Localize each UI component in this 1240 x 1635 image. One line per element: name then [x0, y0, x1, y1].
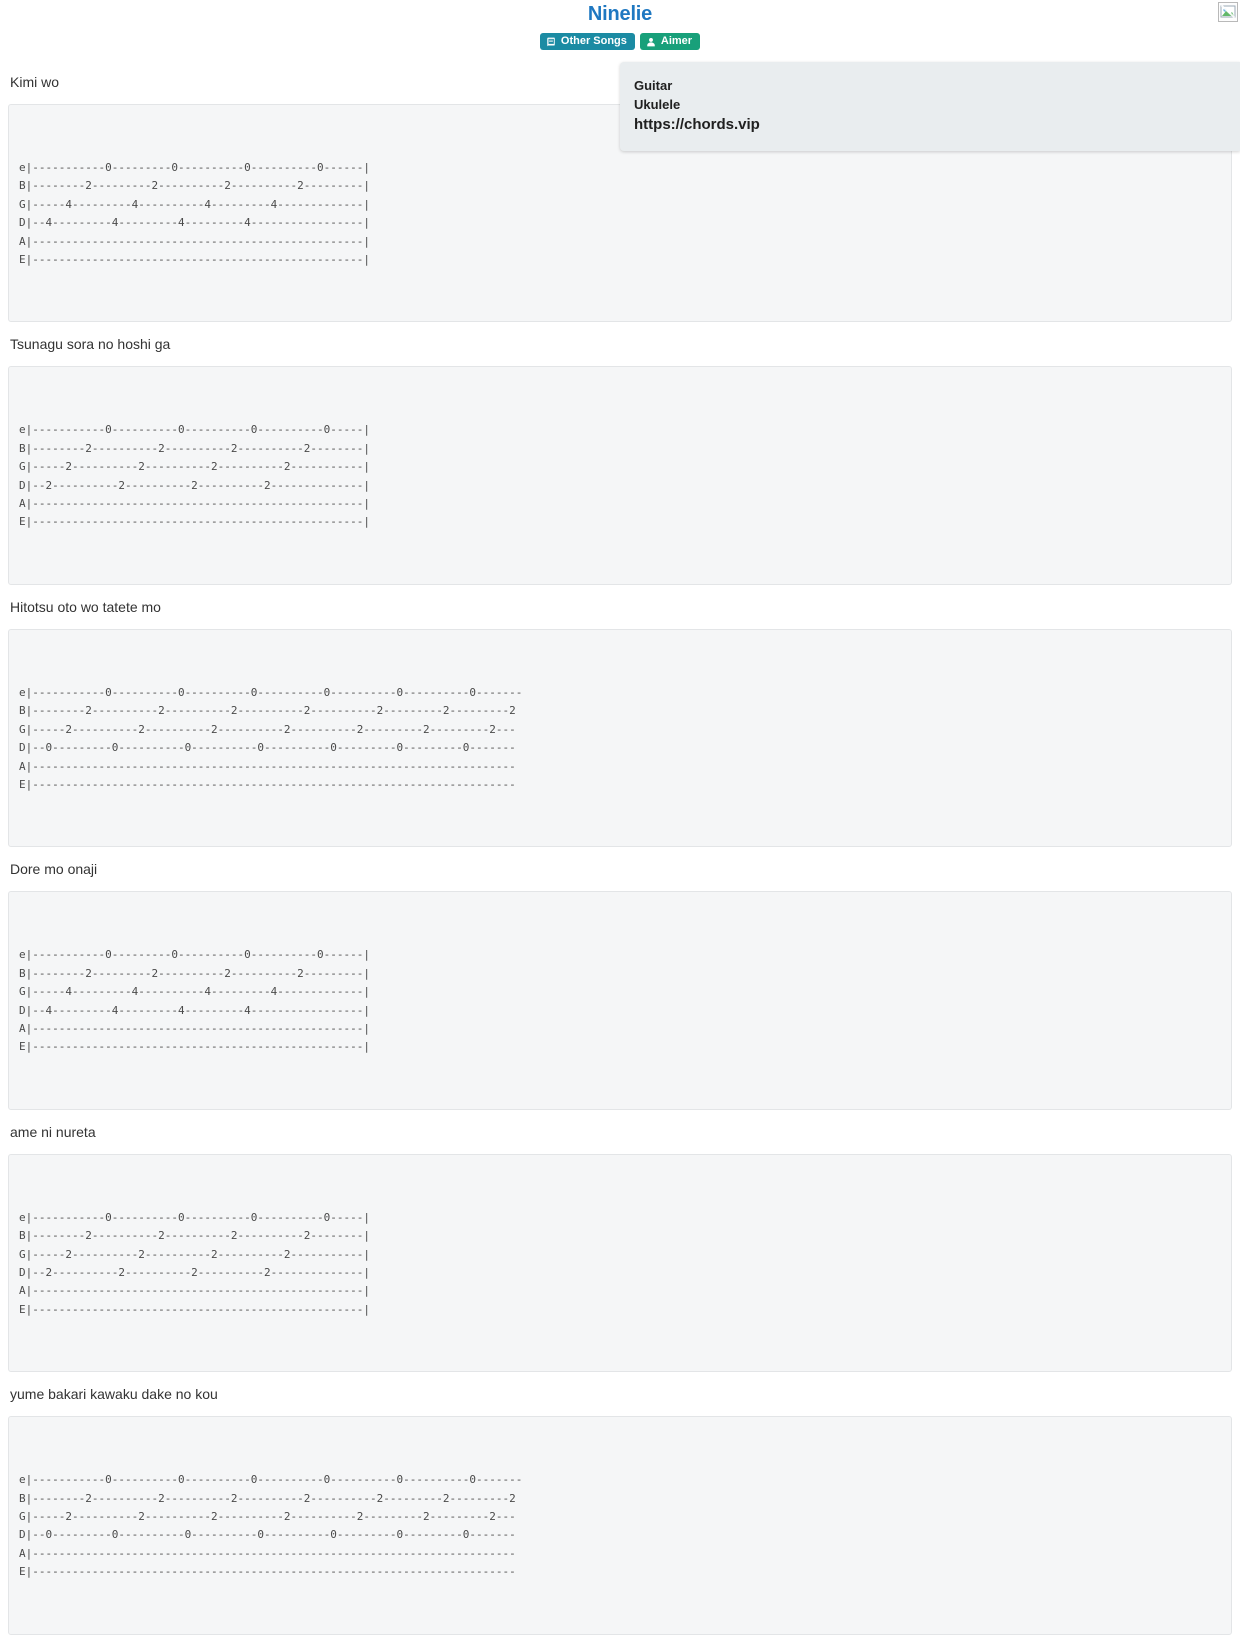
- tablature-box: e|-----------0----------0----------0----…: [8, 1416, 1232, 1635]
- book-icon: [546, 37, 556, 47]
- lyric-line: yume bakari kawaku dake no kou: [10, 1386, 218, 1403]
- page-title: Ninelie: [587, 3, 653, 25]
- tab-section: Dore mo onaji e|-----------0---------0--…: [8, 851, 1232, 1110]
- tab-section: yume bakari kawaku dake no kou e|-------…: [8, 1376, 1232, 1635]
- badge-row: Other Songs Aimer: [0, 33, 1240, 50]
- tab-sections-container: Kimi wo e|-----------0---------0--------…: [0, 64, 1240, 1635]
- overlay-site-url: https://chords.vip: [634, 116, 760, 133]
- tab-section: Tsunagu sora no hoshi ga e|-----------0-…: [8, 326, 1232, 585]
- tablature-box: e|-----------0----------0----------0----…: [8, 366, 1232, 585]
- lyric-line: Tsunagu sora no hoshi ga: [10, 336, 171, 353]
- user-icon: [646, 37, 656, 47]
- lyric-line: ame ni nureta: [10, 1123, 96, 1140]
- artist-badge[interactable]: Aimer: [639, 33, 701, 50]
- tab-section: Hitotsu oto wo tatete mo e|-----------0-…: [8, 589, 1232, 848]
- tablature-text: e|-----------0---------0----------0-----…: [19, 161, 370, 267]
- lyric-line: Dore mo onaji: [10, 861, 98, 878]
- overlay-guitar-label: Guitar: [634, 78, 673, 93]
- tablature-text: e|-----------0----------0----------0----…: [19, 1473, 523, 1579]
- page-header: Ninelie Other Songs Aimer: [0, 0, 1240, 50]
- artist-badge-label: Aimer: [660, 35, 693, 47]
- instrument-overlay-panel: Guitar Ukulele https://chords.vip: [620, 62, 1240, 151]
- tablature-text: e|-----------0---------0----------0-----…: [19, 948, 370, 1054]
- broken-image-placeholder-icon: [1218, 2, 1238, 22]
- tab-section: ame ni nureta e|-----------0----------0-…: [8, 1114, 1232, 1373]
- overlay-ukulele-label: Ukulele: [634, 97, 681, 112]
- tablature-text: e|-----------0----------0----------0----…: [19, 1210, 370, 1316]
- tablature-box: e|-----------0----------0----------0----…: [8, 1153, 1232, 1373]
- tablature-text: e|-----------0----------0----------0----…: [19, 685, 523, 791]
- tablature-box: e|-----------0----------0----------0----…: [8, 628, 1232, 848]
- other-songs-badge-label: Other Songs: [560, 35, 627, 47]
- lyric-line: Hitotsu oto wo tatete mo: [10, 598, 161, 615]
- other-songs-badge[interactable]: Other Songs: [539, 33, 635, 50]
- tablature-box: e|-----------0---------0----------0-----…: [8, 891, 1232, 1110]
- tablature-text: e|-----------0----------0----------0----…: [19, 423, 370, 529]
